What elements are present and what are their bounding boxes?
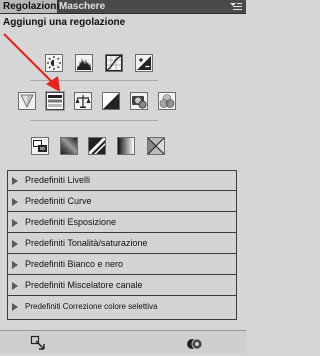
tab-bar: Regolazioni Maschere (0, 0, 246, 14)
brightness-contrast-button[interactable] (45, 54, 63, 72)
preset-item-esposizione[interactable]: Predefiniti Esposizione (8, 213, 236, 233)
expand-triangle-icon[interactable] (12, 261, 18, 269)
preset-item-correzione-colore-selettiva[interactable]: Predefiniti Correzione colore selettiva (8, 297, 236, 319)
bottom-toolbar (0, 330, 246, 354)
expand-triangle-icon[interactable] (12, 198, 18, 206)
preset-label: Predefiniti Livelli (25, 175, 91, 185)
preset-label: Predefiniti Bianco e nero (25, 259, 124, 269)
preset-label: Predefiniti Miscelatore canale (25, 280, 143, 290)
selective-color-icon (148, 138, 164, 154)
expand-view-button[interactable] (30, 335, 46, 351)
color-balance-button[interactable] (74, 92, 92, 110)
levels-button[interactable] (75, 54, 93, 72)
preset-item-livelli[interactable]: Predefiniti Livelli (8, 171, 236, 191)
hue-saturation-icon (48, 95, 62, 107)
view-previous-state-icon (187, 338, 203, 350)
photo-filter-icon (132, 96, 147, 109)
invert-button[interactable] (31, 137, 49, 155)
preset-item-tonalita-saturazione[interactable]: Predefiniti Tonalità/saturazione (8, 234, 236, 254)
exposure-button[interactable] (135, 54, 153, 72)
hue-saturation-button[interactable] (46, 92, 64, 110)
selective-color-button[interactable] (147, 137, 165, 155)
panel-menu-icon[interactable] (230, 1, 242, 12)
curves-button[interactable] (105, 54, 123, 72)
color-balance-icon (75, 95, 91, 108)
preset-label: Predefiniti Correzione colore selettiva (25, 302, 158, 311)
preset-label: Predefiniti Tonalità/saturazione (25, 238, 148, 248)
preset-label: Predefiniti Curve (25, 196, 92, 206)
tab-maschere[interactable]: Maschere (56, 0, 119, 13)
preset-label: Predefiniti Esposizione (25, 217, 117, 227)
expand-view-icon (30, 335, 45, 350)
vibrance-icon (20, 94, 34, 108)
adjustments-panel: Regolazioni Maschere Aggiungi una regola… (0, 0, 246, 354)
gradient-map-button[interactable] (117, 137, 135, 155)
vibrance-button[interactable] (18, 92, 36, 110)
threshold-icon (89, 138, 105, 154)
posterize-icon (61, 138, 77, 154)
black-white-button[interactable] (102, 92, 120, 110)
posterize-button[interactable] (60, 137, 78, 155)
exposure-icon (137, 56, 151, 70)
gradient-map-icon (118, 138, 134, 154)
preset-item-bianco-nero[interactable]: Predefiniti Bianco e nero (8, 255, 236, 275)
preset-item-miscelatore-canale[interactable]: Predefiniti Miscelatore canale (8, 276, 236, 296)
preset-item-curve[interactable]: Predefiniti Curve (8, 192, 236, 212)
curves-icon (106, 55, 122, 71)
expand-triangle-icon[interactable] (12, 303, 18, 311)
channel-mixer-button[interactable] (158, 92, 176, 110)
expand-triangle-icon[interactable] (12, 219, 18, 227)
presets-list: Predefiniti Livelli Predefiniti Curve Pr… (7, 170, 237, 320)
invert-icon (33, 140, 47, 152)
channel-mixer-icon (159, 94, 175, 108)
view-previous-state-button[interactable] (186, 335, 203, 351)
separator (30, 120, 158, 121)
tab-regolazioni[interactable]: Regolazioni (0, 0, 59, 13)
expand-triangle-icon[interactable] (12, 282, 18, 290)
levels-icon (77, 58, 91, 70)
threshold-button[interactable] (88, 137, 106, 155)
photo-filter-button[interactable] (130, 92, 148, 110)
expand-triangle-icon[interactable] (12, 177, 18, 185)
separator (30, 80, 158, 81)
black-white-icon (103, 93, 119, 109)
panel-title: Aggiungi una regolazione (3, 17, 126, 28)
brightness-contrast-icon (47, 56, 61, 70)
expand-triangle-icon[interactable] (12, 240, 18, 248)
